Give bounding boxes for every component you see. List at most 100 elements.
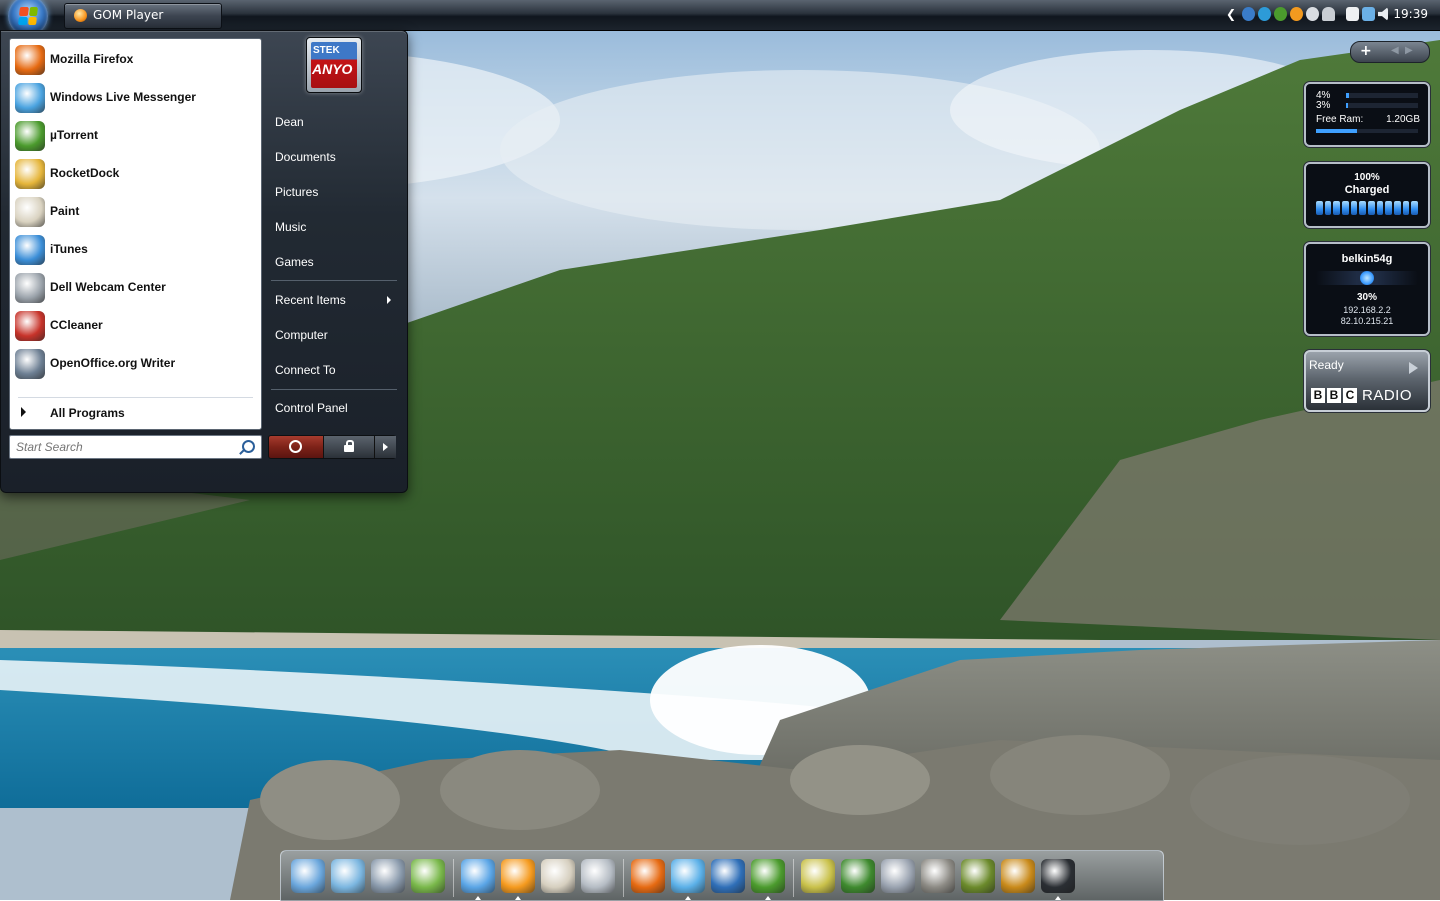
dock-webcam-icon[interactable] xyxy=(581,859,615,893)
search-icon[interactable] xyxy=(242,440,255,453)
program-item[interactable]: Dell Webcam Center xyxy=(10,269,261,307)
dock-paint-icon[interactable] xyxy=(541,859,575,893)
user-avatar-image: STEK ANYO xyxy=(311,42,357,88)
dock-separator xyxy=(453,859,454,897)
program-item[interactable]: Paint xyxy=(10,193,261,231)
user-picture[interactable]: STEK ANYO xyxy=(306,37,362,93)
running-indicator-icon xyxy=(765,896,771,900)
radio-label: RADIO xyxy=(1362,387,1413,404)
start-search-box[interactable] xyxy=(9,435,262,459)
program-item[interactable]: CCleaner xyxy=(10,307,261,345)
right-pane-divider xyxy=(271,389,397,390)
running-indicator-icon xyxy=(685,896,691,900)
dock-google-earth-icon[interactable] xyxy=(711,859,745,893)
bbc-radio-gadget[interactable]: Ready BBC RADIO xyxy=(1304,350,1430,412)
start-link-music[interactable]: Music xyxy=(266,212,398,242)
volume-icon[interactable] xyxy=(1378,7,1388,21)
battery-cells xyxy=(1316,201,1419,215)
system-tray: ❮ 19:39 xyxy=(1220,0,1440,30)
wifi-gadget[interactable]: belkin54g 30% 192.168.2.2 82.10.215.21 xyxy=(1304,242,1430,336)
flag-icon[interactable] xyxy=(1346,7,1359,21)
add-gadget-button[interactable]: + xyxy=(1360,43,1372,59)
cpu-meter-gadget[interactable]: 4% 3% Free Ram: 1.20GB xyxy=(1304,82,1430,147)
start-link-control-panel[interactable]: Control Panel xyxy=(266,393,398,423)
power-icon xyxy=(289,440,302,453)
ram-bar-fill xyxy=(1316,129,1357,133)
program-item[interactable]: µTorrent xyxy=(10,117,261,155)
right-pane-divider xyxy=(271,280,397,281)
running-indicator-icon xyxy=(515,896,521,900)
monitor-icon[interactable] xyxy=(1362,7,1375,21)
dock-battlefield-icon[interactable] xyxy=(921,859,955,893)
start-menu-programs-pane: Mozilla Firefox Windows Live Messenger µTo… xyxy=(9,38,262,430)
ram-bar xyxy=(1316,129,1418,133)
dock-halflife-icon[interactable] xyxy=(961,859,995,893)
dock-computer-icon[interactable] xyxy=(291,859,325,893)
program-item[interactable]: Mozilla Firefox xyxy=(10,41,261,79)
power-button[interactable] xyxy=(269,436,321,458)
dock-halo-icon[interactable] xyxy=(881,859,915,893)
wifi-local-ip: 192.168.2.2 xyxy=(1343,305,1391,315)
play-icon[interactable] xyxy=(1409,362,1418,374)
battery-cell xyxy=(1333,201,1341,215)
free-ram-label: Free Ram: xyxy=(1316,114,1364,125)
dock-excel-icon[interactable] xyxy=(411,859,445,893)
programs-divider xyxy=(18,397,253,398)
dock-documents-icon[interactable] xyxy=(331,859,365,893)
start-link-connect-to[interactable]: Connect To xyxy=(266,355,398,385)
update-icon[interactable] xyxy=(1258,7,1271,21)
start-link-label: Documents xyxy=(275,150,336,164)
itunes-icon xyxy=(15,235,45,265)
network-icon[interactable] xyxy=(1242,7,1255,21)
battery-percent: 100% xyxy=(1354,172,1380,183)
gom-icon[interactable] xyxy=(1290,7,1303,21)
free-ram-value: 1.20GB xyxy=(1386,114,1420,125)
dock-explorer-icon[interactable] xyxy=(371,859,405,893)
dock-game-4-icon[interactable] xyxy=(841,859,875,893)
start-link-user[interactable]: Dean xyxy=(266,107,398,137)
dock-steam-icon[interactable] xyxy=(1041,859,1075,893)
start-link-recent-items[interactable]: Recent Items xyxy=(266,285,398,315)
program-label: CCleaner xyxy=(50,318,103,332)
clock[interactable]: 19:39 xyxy=(1393,7,1428,21)
start-search-input[interactable] xyxy=(14,438,238,456)
start-link-games[interactable]: Games xyxy=(266,247,398,277)
program-item[interactable]: OpenOffice.org Writer xyxy=(10,345,261,383)
gadget-page-arrows[interactable]: ◀ ▶ xyxy=(1391,45,1413,56)
dock-gom-icon[interactable] xyxy=(501,859,535,893)
start-link-documents[interactable]: Documents xyxy=(266,142,398,172)
taskbar-button-gom-player[interactable]: GOM Player xyxy=(64,3,222,29)
dock-firefox-icon[interactable] xyxy=(631,859,665,893)
firefox-icon xyxy=(15,45,45,75)
wifi-ssid: belkin54g xyxy=(1341,253,1393,265)
user-picture-line2: ANYO xyxy=(312,61,353,77)
all-programs-button[interactable]: All Programs xyxy=(10,402,261,426)
battery-gadget[interactable]: 100% Charged xyxy=(1304,162,1430,228)
dock-utorrent-icon[interactable] xyxy=(751,859,785,893)
dock-itunes-icon[interactable] xyxy=(461,859,495,893)
dock-unreal-icon[interactable] xyxy=(1001,859,1035,893)
utorrent-icon[interactable] xyxy=(1274,7,1287,21)
power-controls xyxy=(268,435,396,459)
tray-expand-icon[interactable]: ❮ xyxy=(1226,7,1236,21)
program-item[interactable]: RocketDock xyxy=(10,155,261,193)
user-icon[interactable] xyxy=(1322,7,1335,21)
start-link-computer[interactable]: Computer xyxy=(266,320,398,350)
program-label: OpenOffice.org Writer xyxy=(50,356,176,370)
battery-cell xyxy=(1402,201,1410,215)
battery-cell xyxy=(1394,201,1401,215)
rocketdock-icon xyxy=(15,159,45,189)
steam-icon[interactable] xyxy=(1306,7,1319,21)
program-item[interactable]: Windows Live Messenger xyxy=(10,79,261,117)
dock-messenger-icon[interactable] xyxy=(671,859,705,893)
bbc-letter: B xyxy=(1327,388,1341,403)
lock-button[interactable] xyxy=(323,436,374,458)
dock-separator xyxy=(793,859,794,897)
taskbar-button-label: GOM Player xyxy=(93,8,164,22)
cpu-core2-value: 3% xyxy=(1316,100,1331,111)
user-picture-line1: STEK xyxy=(313,45,340,56)
shutdown-options-button[interactable] xyxy=(374,436,396,458)
program-item[interactable]: iTunes xyxy=(10,231,261,269)
start-link-pictures[interactable]: Pictures xyxy=(266,177,398,207)
dock-trophy-icon[interactable] xyxy=(801,859,835,893)
